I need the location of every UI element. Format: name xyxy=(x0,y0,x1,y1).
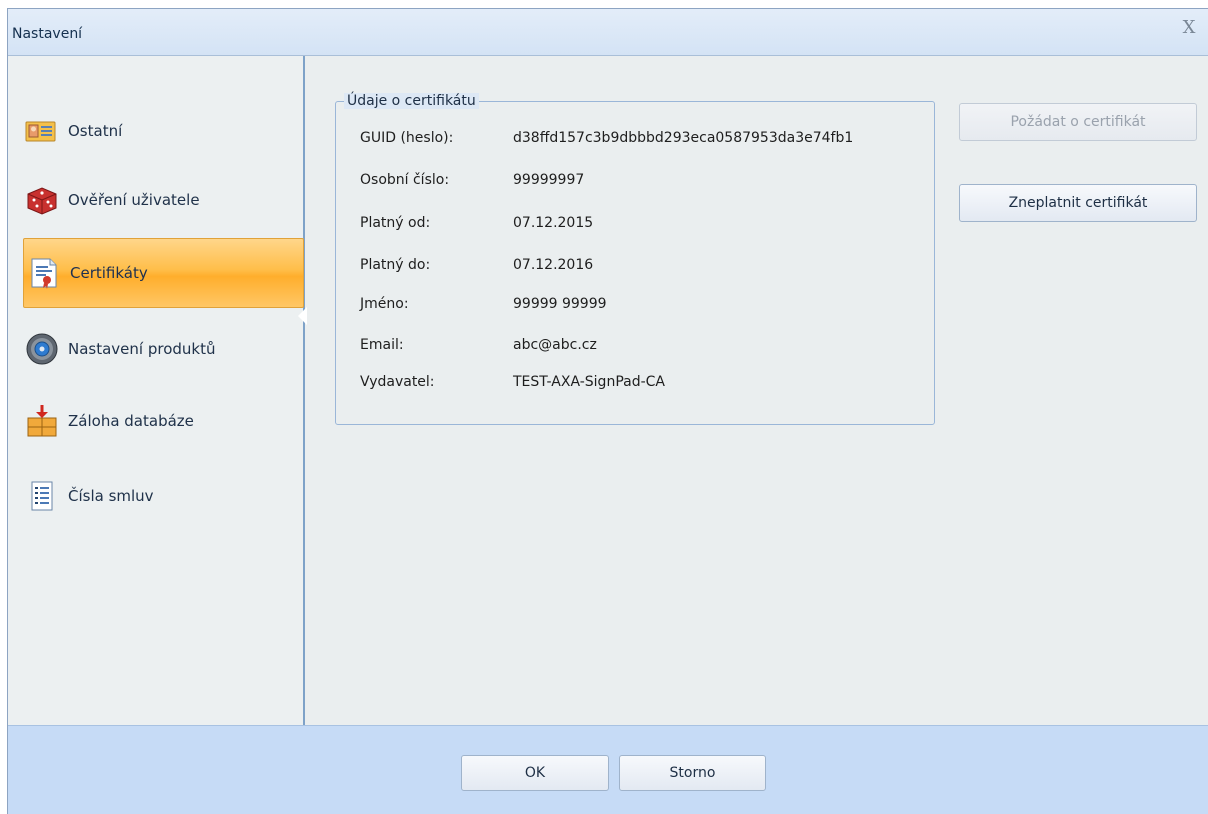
sidebar-item-label: Ověření uživatele xyxy=(68,191,200,209)
contact-card-icon xyxy=(22,111,70,151)
certificate-icon xyxy=(24,253,72,293)
sidebar-item-zaloha-databaze[interactable]: Záloha databáze xyxy=(22,387,305,455)
sidebar-item-label: Čísla smluv xyxy=(68,487,154,505)
database-backup-icon xyxy=(22,401,70,441)
field-value: abc@abc.cz xyxy=(513,337,597,353)
sidebar-item-label: Nastavení produktů xyxy=(68,340,216,358)
request-certificate-button[interactable]: Požádat o certifikát xyxy=(959,103,1197,141)
gear-disc-icon xyxy=(22,329,70,369)
field-label: Osobní číslo: xyxy=(360,172,450,188)
field-value: TEST-AXA-SignPad-CA xyxy=(513,374,666,390)
numbered-list-icon xyxy=(22,476,70,516)
field-label: Vydavatel: xyxy=(360,374,435,390)
field-label: Platný do: xyxy=(360,257,431,273)
field-label: GUID (heslo): xyxy=(360,130,454,146)
revoke-certificate-button[interactable]: Zneplatnit certifikát xyxy=(959,184,1197,222)
field-label: Email: xyxy=(360,337,404,353)
sidebar: Ostatní Ověření uživatele Certifikáty Na… xyxy=(8,56,307,725)
sidebar-item-label: Certifikáty xyxy=(70,264,148,282)
field-label: Platný od: xyxy=(360,215,431,231)
ok-button[interactable]: OK xyxy=(461,755,609,791)
field-value: 07.12.2015 xyxy=(513,215,594,231)
sidebar-item-nastaveni-produktu[interactable]: Nastavení produktů xyxy=(22,315,305,383)
field-value: 99999 99999 xyxy=(513,296,607,312)
group-title: Údaje o certifikátu xyxy=(344,93,479,109)
field-label: Jméno: xyxy=(360,296,409,312)
field-value: 99999997 xyxy=(513,172,585,188)
sidebar-item-label: Záloha databáze xyxy=(68,412,194,430)
selection-pointer xyxy=(298,307,307,325)
dice-icon xyxy=(22,180,70,220)
cancel-button[interactable]: Storno xyxy=(619,755,766,791)
sidebar-item-cisla-smluv[interactable]: Čísla smluv xyxy=(22,462,305,530)
settings-window: Nastavení X Ostatní Ověření uživatele Ce… xyxy=(7,8,1208,814)
sidebar-item-ostatni[interactable]: Ostatní xyxy=(22,97,305,165)
close-icon[interactable]: X xyxy=(1180,19,1198,37)
title-bar: Nastavení X xyxy=(8,9,1208,56)
sidebar-item-certifikaty[interactable]: Certifikáty xyxy=(23,238,304,308)
sidebar-item-label: Ostatní xyxy=(68,122,123,140)
window-title: Nastavení xyxy=(12,26,83,42)
field-value: d38ffd157c3b9dbbbd293eca0587953da3e74fb1 xyxy=(513,130,854,146)
sidebar-item-overeni-uzivatele[interactable]: Ověření uživatele xyxy=(22,166,305,234)
field-value: 07.12.2016 xyxy=(513,257,594,273)
